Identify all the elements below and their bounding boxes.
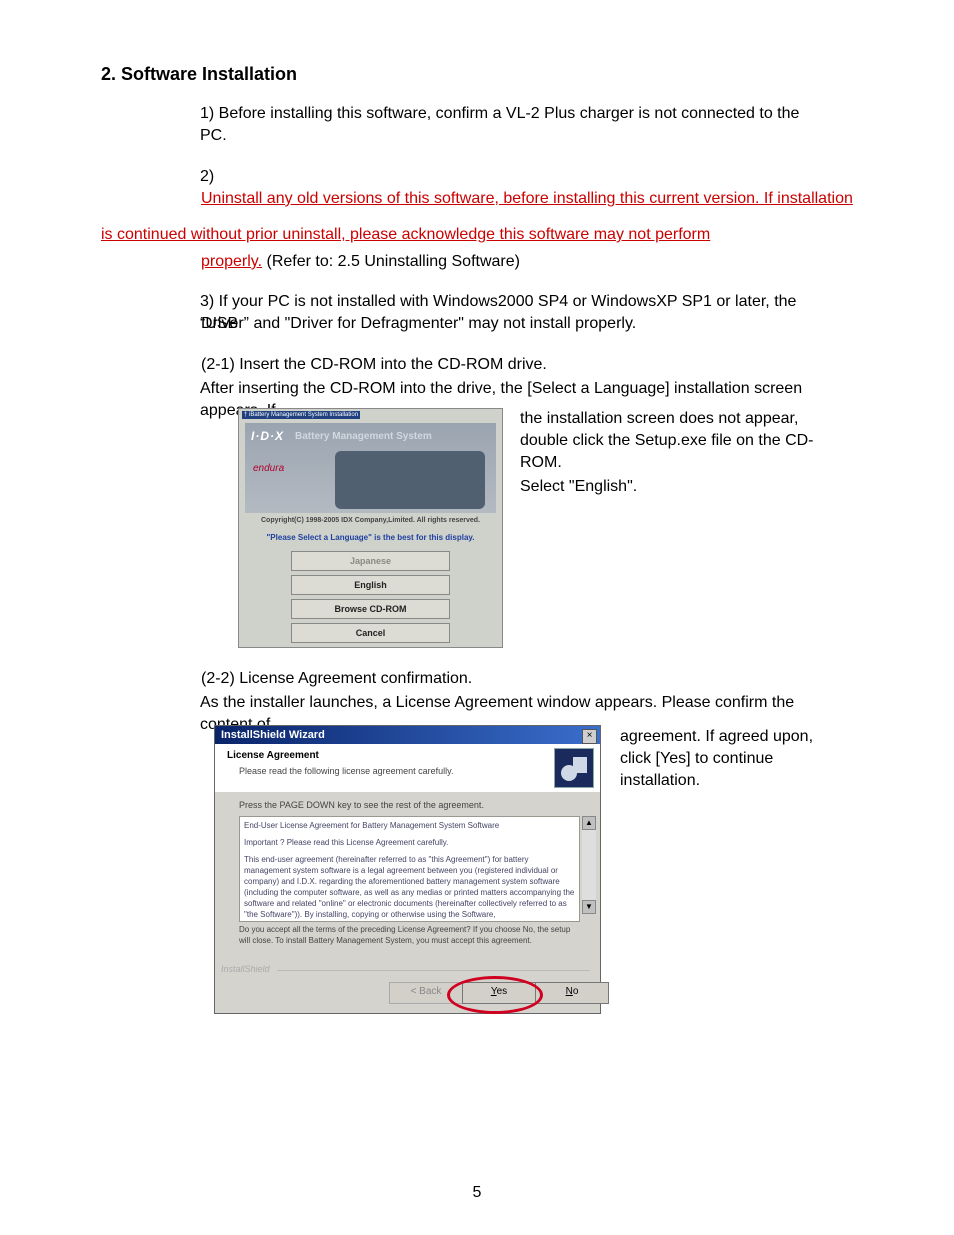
step-2-2-body-b: agreement. If agreed upon, click [Yes] t… bbox=[620, 726, 840, 792]
divider bbox=[277, 970, 590, 971]
note-item-2-line2: is continued without prior uninstall, pl… bbox=[101, 226, 710, 243]
is-header-panel: License Agreement Please read the follow… bbox=[215, 744, 600, 792]
copyright-text: Copyright(C) 1998-2005 IDX Company,Limit… bbox=[239, 517, 502, 524]
step-2-2-heading: (2-2) License Agreement confirmation. bbox=[201, 670, 472, 688]
language-select-window: † iBattery Management System Installatio… bbox=[238, 408, 503, 648]
idx-logo: I·D·X bbox=[251, 429, 284, 443]
note-item-3-line2: Driver” and "Driver for Defragmenter" ma… bbox=[101, 313, 821, 335]
step-2-1-body-b: the installation screen does not appear,… bbox=[520, 408, 840, 474]
banner-product-name: Battery Management System bbox=[295, 431, 432, 442]
camera-illustration bbox=[335, 451, 485, 509]
window-banner: I·D·X Battery Management System endura bbox=[245, 423, 496, 513]
endura-logo: endura bbox=[253, 463, 284, 474]
english-button[interactable]: English bbox=[291, 575, 450, 595]
page-down-hint: Press the PAGE DOWN key to see the rest … bbox=[239, 800, 484, 810]
select-english-hint: Select "English". bbox=[520, 478, 637, 496]
license-text-area[interactable]: End-User License Agreement for Battery M… bbox=[239, 816, 580, 922]
license-text-l2: Important ? Please read this License Agr… bbox=[244, 837, 575, 848]
license-text-l3: This end-user agreement (hereinafter ref… bbox=[244, 854, 575, 920]
yes-button[interactable]: Yes bbox=[462, 982, 536, 1004]
cancel-button[interactable]: Cancel bbox=[291, 623, 450, 643]
note-item-2-line3: properly. bbox=[201, 253, 262, 270]
installshield-brand: InstallShield bbox=[221, 964, 270, 974]
license-agreement-heading: License Agreement bbox=[227, 750, 319, 761]
language-hint: "Please Select a Language" is the best f… bbox=[239, 533, 502, 542]
window-titlebar: † iBattery Management System Installatio… bbox=[242, 411, 360, 419]
page-number: 5 bbox=[0, 1184, 954, 1202]
note-item-2-post: (Refer to: 2.5 Uninstalling Software) bbox=[267, 253, 520, 270]
browse-cdrom-button[interactable]: Browse CD-ROM bbox=[291, 599, 450, 619]
installshield-window: InstallShield Wizard × License Agreement… bbox=[214, 725, 601, 1014]
license-text-l1: End-User License Agreement for Battery M… bbox=[244, 820, 575, 831]
back-button: < Back bbox=[389, 982, 463, 1004]
installer-icon bbox=[554, 748, 594, 788]
accept-question-text: Do you accept all the terms of the prece… bbox=[239, 924, 576, 946]
scroll-up-icon[interactable]: ▲ bbox=[582, 816, 596, 830]
close-icon[interactable]: × bbox=[582, 729, 597, 744]
license-agreement-subheading: Please read the following license agreem… bbox=[239, 766, 453, 776]
note-item-1: 1) Before installing this software, conf… bbox=[200, 103, 820, 147]
scroll-down-icon[interactable]: ▼ bbox=[582, 900, 596, 914]
section-heading: 2. Software Installation bbox=[101, 64, 297, 85]
note-item-2-num: 2) bbox=[200, 166, 820, 188]
step-2-1-heading: (2-1) Insert the CD-ROM into the CD-ROM … bbox=[201, 356, 547, 374]
japanese-button[interactable]: Japanese bbox=[291, 551, 450, 571]
note-item-2-line1: Uninstall any old versions of this softw… bbox=[201, 190, 853, 208]
scrollbar[interactable]: ▲ ▼ bbox=[582, 816, 596, 914]
no-button[interactable]: No bbox=[535, 982, 609, 1004]
is-titlebar: InstallShield Wizard bbox=[215, 726, 600, 744]
